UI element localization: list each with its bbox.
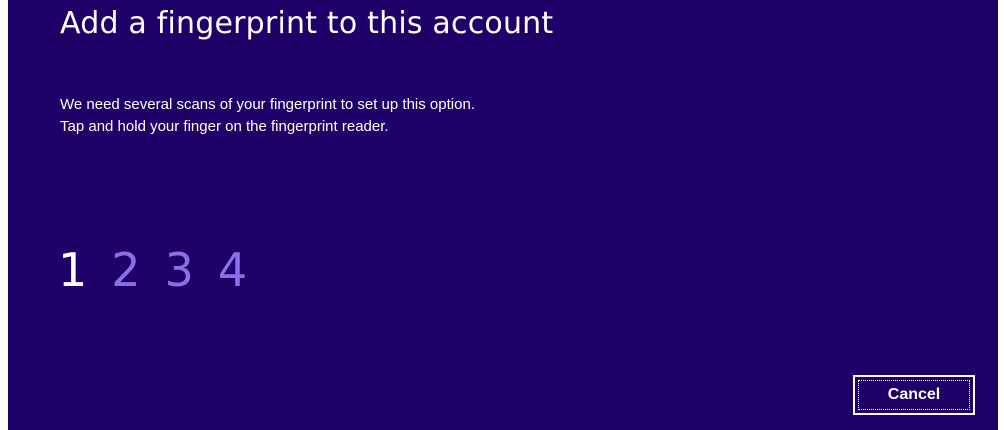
step-4: 4 [217, 243, 248, 297]
cancel-button[interactable]: Cancel [853, 375, 975, 415]
step-1: 1 [58, 243, 88, 297]
description-line: Tap and hold your finger on the fingerpr… [60, 118, 389, 135]
description-line: We need several scans of your fingerprin… [60, 96, 475, 113]
step-2: 2 [111, 243, 141, 297]
step-3: 3 [164, 243, 194, 297]
cancel-button-label: Cancel [858, 380, 970, 410]
scan-progress-steps: 1 2 3 4 [58, 240, 247, 300]
fingerprint-setup-dialog: Add a fingerprint to this account We nee… [8, 0, 998, 430]
dialog-description: We need several scans of your fingerprin… [60, 94, 475, 138]
dialog-title: Add a fingerprint to this account [60, 6, 554, 41]
